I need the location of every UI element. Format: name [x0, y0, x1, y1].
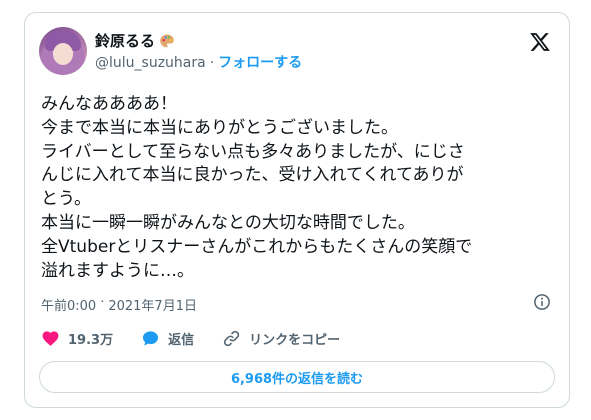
- tweet-time: 午前0:00: [41, 299, 97, 314]
- tweet-card: 鈴原るる @lulu_suzuhara · フォローする みんなああああ！ 今ま…: [24, 12, 570, 408]
- author-handle-row: @lulu_suzuhara · フォローする: [95, 55, 302, 72]
- author-name-row: 鈴原るる: [95, 32, 175, 50]
- meta-separator: ·: [100, 295, 105, 310]
- avatar[interactable]: [39, 27, 87, 75]
- reply-label: 返信: [168, 333, 195, 348]
- tweet-line: 全Vtuberとリスナーさんがこれからもたくさんの笑顔で: [41, 236, 473, 257]
- tweet-line: 溢れますように…。: [41, 260, 194, 281]
- handle-separator: ·: [209, 55, 215, 71]
- tweet-line: ライバーとして至らない点も多々ありましたが、にじさ: [41, 141, 465, 162]
- info-icon[interactable]: [533, 293, 551, 311]
- like-count: 19.3万: [68, 333, 114, 348]
- x-logo-icon[interactable]: [529, 31, 551, 53]
- palette-emoji-icon: [160, 34, 174, 48]
- tweet-line: とう。: [41, 189, 91, 210]
- author-handle[interactable]: @lulu_suzuhara: [95, 55, 206, 72]
- tweet-text: みんなああああ！ 今まで本当に本当にありがとうございました。 ライバーとして至ら…: [41, 93, 561, 283]
- read-replies-button[interactable]: 6,968件の返信を読む: [39, 361, 555, 393]
- tweet-line: 本当に一瞬一瞬がみんなとの大切な時間でした。: [41, 212, 415, 233]
- reply-bubble-icon: [143, 331, 159, 346]
- copy-link-label: リンクをコピー: [249, 333, 341, 348]
- copy-link-button[interactable]: リンクをコピー: [222, 329, 340, 348]
- reply-button[interactable]: 返信: [141, 329, 194, 348]
- heart-icon: [42, 331, 59, 346]
- tweet-timestamp[interactable]: 午前0:00 · 2021年7月1日: [41, 295, 197, 314]
- like-button[interactable]: 19.3万: [41, 329, 113, 348]
- link-icon: [223, 330, 240, 347]
- action-bar: 19.3万 返信 リンクをコピー: [41, 329, 368, 348]
- tweet-line: みんなああああ！: [41, 94, 177, 114]
- tweet-line: 今まで本当に本当にありがとうございました。: [41, 117, 398, 138]
- follow-button[interactable]: フォローする: [218, 55, 302, 72]
- tweet-date: 2021年7月1日: [108, 299, 197, 314]
- author-display-name[interactable]: 鈴原るる: [95, 32, 155, 50]
- tweet-line: んじに入れて本当に良かった、受け入れてくれてありが: [41, 165, 464, 186]
